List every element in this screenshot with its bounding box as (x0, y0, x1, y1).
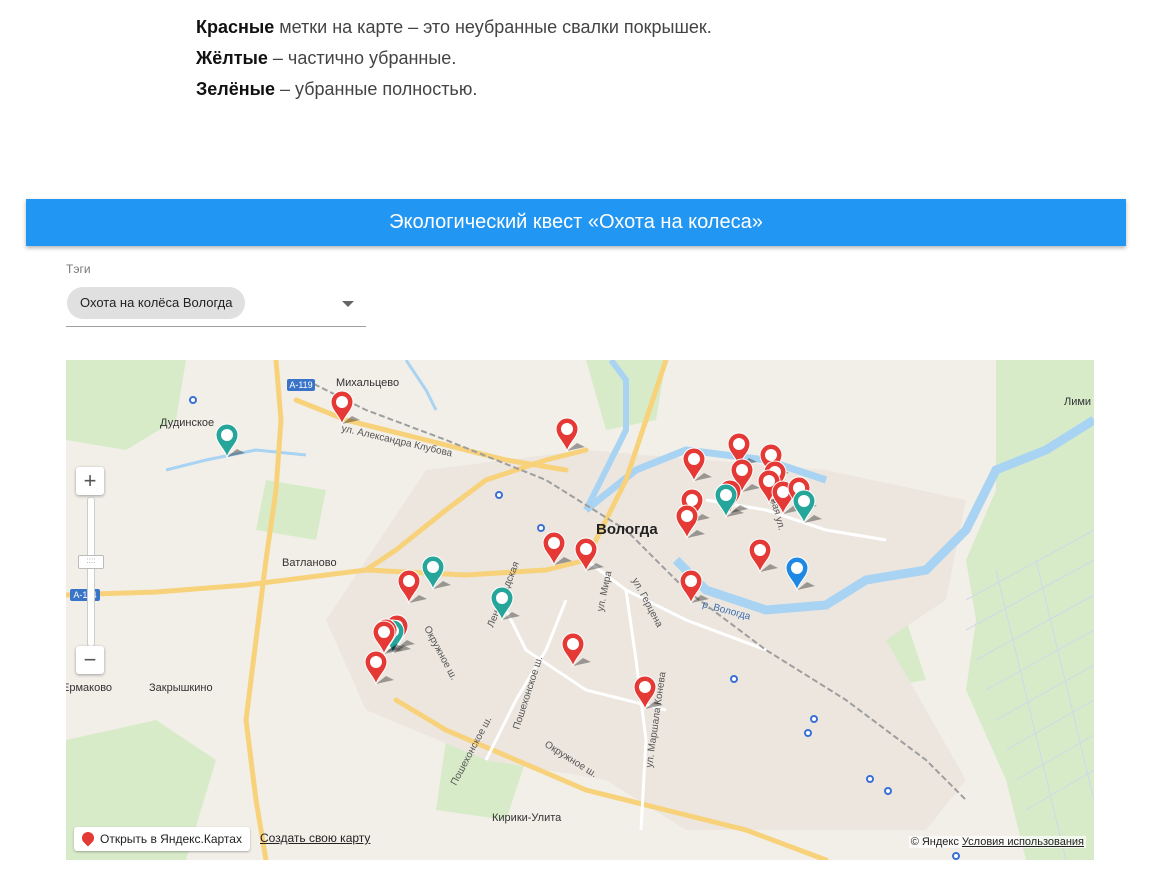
label-kiriki: Кирики-Улита (492, 812, 562, 824)
road-shield-a119: А-119 (289, 380, 312, 390)
label-limi: Лими (1064, 396, 1091, 408)
label-zakryshkino: Закрышкино (149, 682, 213, 694)
urban-area (326, 450, 966, 830)
dropdown-caret-icon[interactable] (342, 301, 354, 307)
tire-dump-marker-red[interactable] (555, 417, 585, 453)
tire-dump-marker-green[interactable] (215, 423, 245, 459)
zoom-out-button[interactable]: − (76, 646, 104, 674)
zoom-slider-track[interactable] (87, 497, 95, 647)
legend-red-text: метки на карте – это неубранные свалки п… (274, 17, 712, 37)
legend-green-word: Зелёные (196, 79, 275, 99)
label-dudinskoe: Дудинское (160, 417, 214, 429)
legend-red-word: Красные (196, 17, 275, 37)
map-canvas[interactable]: А-119 А-114 Михальцево Дудинское Ватлано… (66, 360, 1094, 860)
legend-yellow-text: – частично убранные. (267, 48, 457, 68)
tags-select[interactable]: Охота на колёса Вологда (66, 284, 366, 327)
label-vatlanovo: Ватланово (282, 557, 337, 569)
legend-green: Зелёные – убранные полностью. (196, 74, 712, 105)
label-city: Вологда (596, 521, 658, 538)
terms-link[interactable]: Условия использования (962, 836, 1084, 848)
label-mikhaltsevo: Михальцево (336, 377, 399, 389)
legend-yellow: Жёлтые – частично убранные. (196, 43, 712, 74)
zoom-slider-handle[interactable]: :::: (78, 555, 104, 569)
legend-yellow-word: Жёлтые (196, 48, 268, 68)
tags-label: Тэги (66, 262, 91, 276)
tag-chip[interactable]: Охота на колёса Вологда (67, 287, 246, 319)
quest-banner: Экологический квест «Охота на колеса» (26, 199, 1126, 246)
legend: Красные метки на карте – это неубранные … (196, 12, 712, 105)
legend-red: Красные метки на карте – это неубранные … (196, 12, 712, 43)
map[interactable]: А-119 А-114 Михальцево Дудинское Ватлано… (66, 360, 1094, 860)
copyright-text: © Яндекс (910, 836, 959, 848)
map-pin-icon (79, 829, 97, 847)
legend-green-text: – убранные полностью. (275, 79, 478, 99)
open-in-yandex-label: Открыть в Яндекс.Картах (100, 832, 242, 846)
open-in-yandex-button[interactable]: Открыть в Яндекс.Картах (74, 827, 250, 851)
label-ermakovo: Ермаково (66, 682, 112, 694)
zoom-in-button[interactable]: + (76, 467, 104, 495)
create-map-link[interactable]: Создать свою карту (260, 831, 370, 845)
copyright: © Яндекс Условия использования (908, 836, 1086, 848)
